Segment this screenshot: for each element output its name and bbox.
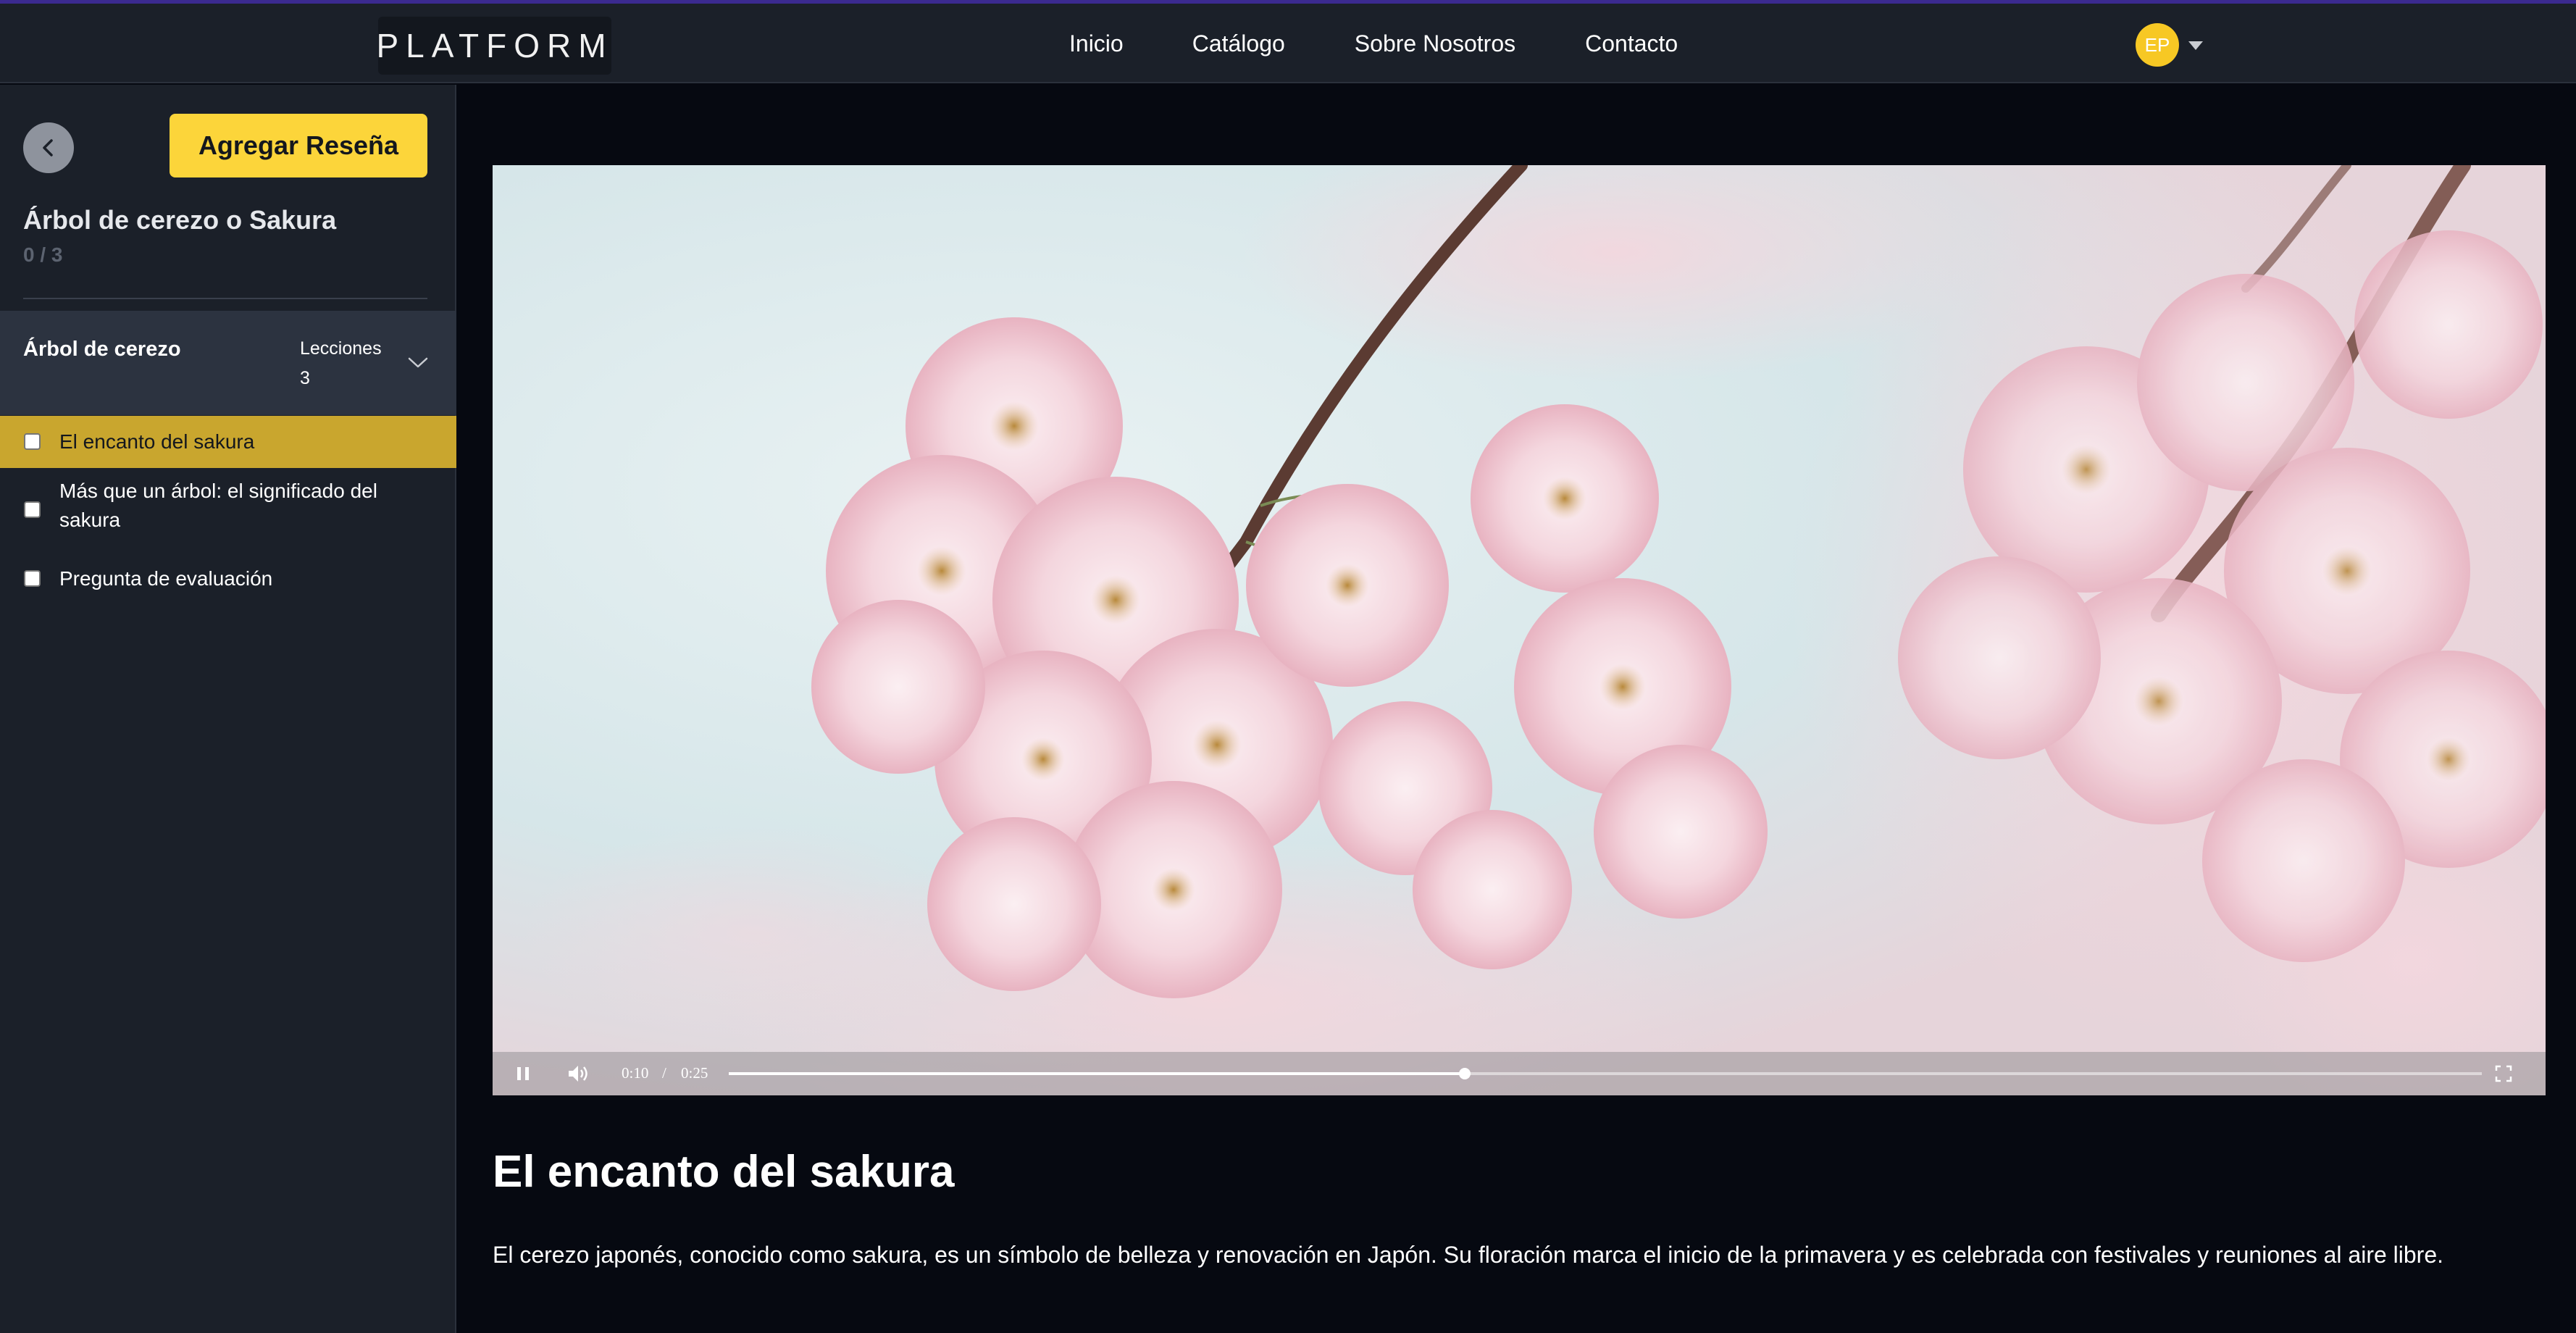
lesson-label: Pregunta de evaluación	[59, 567, 273, 590]
video-frame-cherry-blossoms	[493, 165, 2546, 1095]
lesson-label: El encanto del sakura	[59, 430, 255, 453]
chevron-down-icon[interactable]	[407, 356, 429, 370]
lesson-description: El cerezo japonés, conocido como sakura,…	[493, 1242, 2444, 1268]
lesson-heading: El encanto del sakura	[493, 1147, 955, 1197]
nav-link-contacto[interactable]: Contacto	[1585, 30, 1678, 57]
module-accordion[interactable]: Árbol de cerezo Lecciones 3	[0, 311, 456, 415]
back-button[interactable]	[23, 122, 74, 173]
time-separator: /	[662, 1064, 666, 1082]
volume-icon[interactable]	[566, 1063, 590, 1085]
module-lessons-count: 3	[300, 368, 310, 388]
sidebar-divider	[23, 298, 427, 299]
nav-link-sobre-nosotros[interactable]: Sobre Nosotros	[1355, 30, 1515, 57]
lesson-checkbox[interactable]	[24, 501, 41, 518]
platform-logo[interactable]: PLATFORM	[376, 17, 611, 75]
fullscreen-icon[interactable]	[2493, 1064, 2514, 1084]
seek-bar-progress	[729, 1072, 1465, 1075]
user-menu-caret-icon[interactable]	[2188, 41, 2203, 50]
lesson-checkbox[interactable]	[24, 433, 41, 450]
duration: 0:25	[681, 1064, 708, 1082]
chevron-left-icon	[43, 139, 53, 156]
add-review-button[interactable]: Agregar Reseña	[170, 114, 427, 177]
seek-bar[interactable]	[729, 1068, 2482, 1079]
nav-link-catalogo[interactable]: Catálogo	[1192, 30, 1285, 57]
lesson-label: Más que un árbol: el significado del sak…	[59, 480, 377, 531]
lesson-item[interactable]: El encanto del sakura	[0, 416, 456, 468]
main-nav: Inicio Catálogo Sobre Nosotros Contacto	[1069, 4, 1678, 83]
current-time: 0:10	[622, 1064, 649, 1082]
video-controls-bar: 0:10 / 0:25	[493, 1052, 2546, 1095]
lesson-item[interactable]: Más que un árbol: el significado del sak…	[0, 475, 456, 548]
top-navbar: PLATFORM Inicio Catálogo Sobre Nosotros …	[0, 4, 2576, 83]
lesson-checkbox[interactable]	[24, 570, 41, 587]
seek-handle[interactable]	[1459, 1068, 1471, 1079]
course-title: Árbol de cerezo o Sakura	[23, 205, 337, 235]
lesson-item[interactable]: Pregunta de evaluación	[0, 559, 456, 599]
course-sidebar: Agregar Reseña Árbol de cerezo o Sakura …	[0, 85, 456, 1333]
pause-icon[interactable]	[514, 1065, 532, 1082]
module-name: Árbol de cerezo	[23, 338, 181, 361]
video-player[interactable]: 0:10 / 0:25	[493, 165, 2546, 1095]
course-progress: 0 / 3	[23, 243, 63, 266]
nav-link-inicio[interactable]: Inicio	[1069, 30, 1124, 57]
module-lessons-label: Lecciones	[300, 338, 382, 359]
user-avatar[interactable]: EP	[2136, 23, 2179, 67]
